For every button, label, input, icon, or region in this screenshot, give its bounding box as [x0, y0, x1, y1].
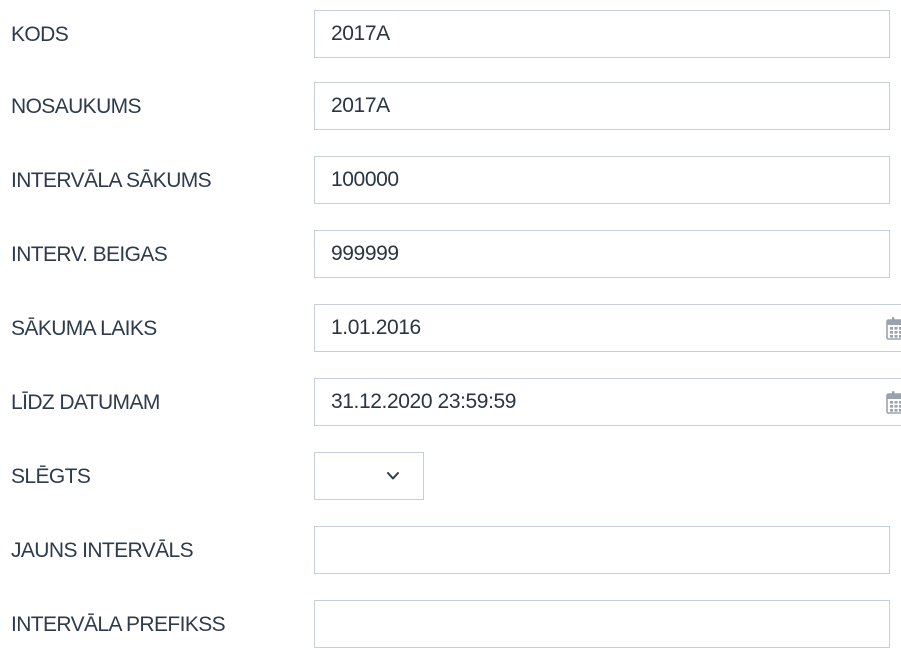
calendar-icon[interactable] [884, 388, 901, 416]
form-row-intervala-sakums: INTERVĀLA SĀKUMS 100000 [0, 156, 901, 206]
lidz-datumam-input[interactable]: 31.12.2020 23:59:59 [314, 378, 901, 426]
sakuma-laiks-value: 1.01.2016 [331, 316, 421, 339]
form-row-lidz-datumam: LĪDZ DATUMAM 31.12.2020 23:59:59 [0, 378, 901, 428]
sakuma-laiks-label: SĀKUMA LAIKS [11, 317, 157, 340]
intervala-prefikss-input[interactable] [314, 600, 890, 648]
form-row-interv-beigas: INTERV. BEIGAS 999999 [0, 230, 901, 280]
interv-beigas-label: INTERV. BEIGAS [11, 243, 168, 266]
kods-value: 2017A [331, 22, 390, 45]
kods-label: KODS [11, 23, 69, 46]
nosaukums-value: 2017A [331, 94, 390, 117]
slegts-select[interactable] [314, 452, 424, 500]
intervala-sakums-value: 100000 [331, 168, 399, 191]
kods-input[interactable]: 2017A [314, 10, 890, 58]
interval-form: KODS 2017A NOSAUKUMS 2017A INTERVĀLA SĀK… [0, 0, 901, 648]
sakuma-laiks-input[interactable]: 1.01.2016 [314, 304, 901, 352]
form-row-nosaukums: NOSAUKUMS 2017A [0, 82, 901, 132]
lidz-datumam-value: 31.12.2020 23:59:59 [331, 390, 517, 413]
form-row-slegts: SLĒGTS [0, 452, 901, 502]
interv-beigas-input[interactable]: 999999 [314, 230, 890, 278]
form-row-kods: KODS 2017A [0, 10, 901, 60]
lidz-datumam-label: LĪDZ DATUMAM [11, 391, 160, 414]
intervala-prefikss-label: INTERVĀLA PREFIKSS [11, 613, 226, 636]
intervala-sakums-input[interactable]: 100000 [314, 156, 890, 204]
form-row-sakuma-laiks: SĀKUMA LAIKS 1.01.2016 [0, 304, 901, 354]
nosaukums-label: NOSAUKUMS [11, 95, 142, 118]
jauns-intervals-input[interactable] [314, 526, 890, 574]
interv-beigas-value: 999999 [331, 242, 399, 265]
intervala-sakums-label: INTERVĀLA SĀKUMS [11, 169, 212, 192]
slegts-label: SLĒGTS [11, 465, 91, 488]
nosaukums-input[interactable]: 2017A [314, 82, 890, 130]
jauns-intervals-label: JAUNS INTERVĀLS [11, 539, 194, 562]
chevron-down-icon [387, 472, 399, 480]
form-row-jauns-intervals: JAUNS INTERVĀLS [0, 526, 901, 576]
calendar-icon[interactable] [884, 314, 901, 342]
